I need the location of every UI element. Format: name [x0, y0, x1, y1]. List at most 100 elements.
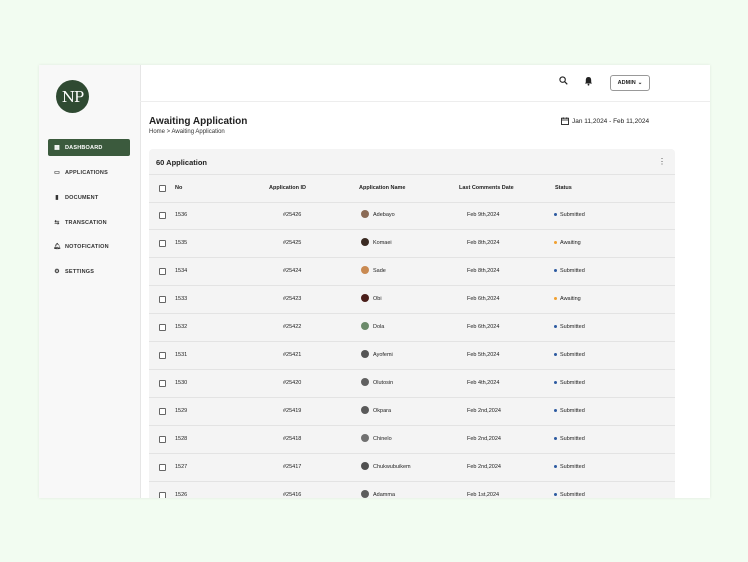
avatar	[361, 210, 369, 218]
cell-name[interactable]: Sade	[373, 268, 386, 274]
inbox-icon: ▭	[54, 170, 60, 176]
sidebar-item-notofication[interactable]: 🔔︎ NOTOFICATION	[48, 238, 130, 255]
status-dot	[554, 269, 557, 273]
table-row[interactable]: 1535 #25425 Komaei Feb 8th,2024 Awaiting	[149, 230, 675, 258]
page-title: Awaiting Application	[149, 116, 248, 127]
table-row[interactable]: 1533 #25423 Obi Feb 6th,2024 Awaiting	[149, 286, 675, 314]
cell-id: #25421	[283, 352, 302, 358]
table-header: No Application ID Application Name Last …	[149, 174, 675, 203]
logo[interactable]: NP	[56, 80, 89, 113]
bell-icon[interactable]	[584, 76, 593, 86]
table-row[interactable]: 1528 #25418 Chinelo Feb 2nd,2024 Submitted	[149, 426, 675, 454]
sidebar-item-settings[interactable]: ⚙ SETTINGS	[48, 263, 130, 280]
row-checkbox[interactable]	[159, 380, 166, 387]
cell-name[interactable]: Chinelo	[373, 436, 392, 442]
cell-id: #25420	[283, 380, 302, 386]
col-header-date[interactable]: Last Comments Date	[459, 185, 514, 191]
status-badge: Submitted	[554, 408, 585, 414]
sidebar-item-transcation[interactable]: ⇆ TRANSCATION	[48, 214, 130, 231]
status-label: Submitted	[560, 380, 585, 386]
cell-no: 1526	[175, 492, 188, 498]
col-header-name[interactable]: Application Name	[359, 185, 405, 191]
cell-no: 1533	[175, 296, 188, 302]
cell-name[interactable]: Okpara	[373, 408, 391, 414]
table-row[interactable]: 1534 #25424 Sade Feb 8th,2024 Submitted	[149, 258, 675, 286]
select-all-checkbox[interactable]	[159, 185, 166, 192]
sidebar-item-label: DASHBOARD	[65, 144, 103, 151]
cell-name[interactable]: Chukwubuikem	[373, 464, 411, 470]
date-range-picker[interactable]: Jan 11,2024 - Feb 11,2024	[561, 117, 649, 125]
cell-date: Feb 8th,2024	[467, 240, 500, 246]
table-row[interactable]: 1532 #25422 Dola Feb 6th,2024 Submitted	[149, 314, 675, 342]
col-header-id[interactable]: Application ID	[269, 185, 306, 191]
cell-name[interactable]: Komaei	[373, 240, 392, 246]
row-checkbox[interactable]	[159, 408, 166, 415]
cell-no: 1536	[175, 212, 188, 218]
table-row[interactable]: 1529 #25419 Okpara Feb 2nd,2024 Submitted	[149, 398, 675, 426]
row-checkbox[interactable]	[159, 296, 166, 303]
cell-name[interactable]: Adebayo	[373, 212, 395, 218]
row-checkbox[interactable]	[159, 212, 166, 219]
row-checkbox[interactable]	[159, 268, 166, 275]
cell-id: #25424	[283, 268, 302, 274]
avatar	[361, 462, 369, 470]
avatar	[361, 322, 369, 330]
cell-id: #25416	[283, 492, 302, 498]
table-title: 60 Application	[156, 158, 207, 167]
table-row[interactable]: 1530 #25420 Olutosin Feb 4th,2024 Submitted	[149, 370, 675, 398]
cell-name[interactable]: Olutosin	[373, 380, 393, 386]
row-checkbox[interactable]	[159, 492, 166, 498]
date-range-text: Jan 11,2024 - Feb 11,2024	[572, 117, 650, 125]
status-label: Submitted	[560, 408, 585, 414]
status-dot	[554, 381, 557, 385]
more-options-icon[interactable]: ⋮	[658, 157, 666, 166]
col-header-no[interactable]: No	[175, 185, 182, 191]
admin-dropdown[interactable]: ADMIN ⌄	[610, 75, 650, 91]
gear-icon: ⚙	[54, 269, 60, 275]
row-checkbox[interactable]	[159, 240, 166, 247]
cell-no: 1534	[175, 268, 188, 274]
sidebar-item-document[interactable]: ▮ DOCUMENT	[48, 189, 130, 206]
logo-text: NP	[61, 87, 84, 106]
avatar	[361, 406, 369, 414]
cell-no: 1530	[175, 380, 188, 386]
avatar	[361, 490, 369, 498]
sidebar-item-dashboard[interactable]: ▦ DASHBOARD	[48, 139, 130, 156]
app-window: NP ▦ DASHBOARD ▭ APPLICATIONS ▮ DOCUMENT ⇆ TRAN…	[39, 65, 710, 498]
avatar	[361, 350, 369, 358]
row-checkbox[interactable]	[159, 352, 166, 359]
status-label: Submitted	[560, 268, 585, 274]
document-icon: ▮	[55, 195, 59, 201]
transaction-icon: ⇆	[54, 220, 60, 226]
sidebar-item-label: APPLICATIONS	[65, 169, 108, 176]
sidebar-item-label: DOCUMENT	[65, 194, 99, 201]
status-badge: Submitted	[554, 324, 585, 330]
cell-name[interactable]: Obi	[373, 296, 382, 302]
table-row[interactable]: 1527 #25417 Chukwubuikem Feb 2nd,2024 Submit…	[149, 454, 675, 482]
sidebar-item-applications[interactable]: ▭ APPLICATIONS	[48, 164, 130, 181]
status-dot	[554, 465, 557, 469]
status-dot	[554, 213, 557, 217]
status-badge: Submitted	[554, 492, 585, 498]
cell-no: 1532	[175, 324, 188, 330]
row-checkbox[interactable]	[159, 436, 166, 443]
cell-date: Feb 9th,2024	[467, 212, 500, 218]
status-badge: Submitted	[554, 352, 585, 358]
avatar	[361, 238, 369, 246]
cell-name[interactable]: Ayofemi	[373, 352, 393, 358]
row-checkbox[interactable]	[159, 464, 166, 471]
cell-id: #25422	[283, 324, 302, 330]
col-header-status[interactable]: Status	[555, 185, 572, 191]
cell-name[interactable]: Adamma	[373, 492, 395, 498]
cell-name[interactable]: Dola	[373, 324, 384, 330]
table-row[interactable]: 1526 #25416 Adamma Feb 1st,2024 Submitted	[149, 482, 675, 498]
breadcrumb[interactable]: Home > Awaiting Application	[149, 129, 225, 135]
search-icon[interactable]	[559, 76, 568, 85]
avatar	[361, 266, 369, 274]
table-row[interactable]: 1531 #25421 Ayofemi Feb 5th,2024 Submitted	[149, 342, 675, 370]
cell-no: 1527	[175, 464, 188, 470]
table-row[interactable]: 1536 #25426 Adebayo Feb 9th,2024 Submitted	[149, 202, 675, 230]
status-label: Submitted	[560, 324, 585, 330]
row-checkbox[interactable]	[159, 324, 166, 331]
cell-id: #25418	[283, 436, 302, 442]
